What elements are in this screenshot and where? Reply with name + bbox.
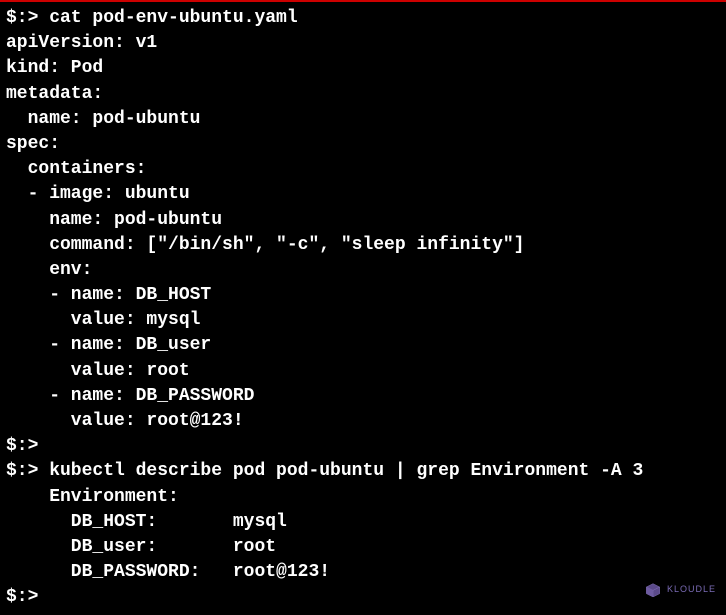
terminal-line: $:> xyxy=(6,585,720,610)
terminal-line: apiVersion: v1 xyxy=(6,31,720,56)
terminal-line: metadata: xyxy=(6,82,720,107)
terminal-line: $:> kubectl describe pod pod-ubuntu | gr… xyxy=(6,459,720,484)
terminal-line: $:> cat pod-env-ubuntu.yaml xyxy=(6,6,720,31)
terminal-line: kind: Pod xyxy=(6,56,720,81)
terminal-line: env: xyxy=(6,258,720,283)
terminal-line: name: pod-ubuntu xyxy=(6,208,720,233)
terminal-output: $:> cat pod-env-ubuntu.yaml apiVersion: … xyxy=(0,2,726,615)
terminal-line: containers: xyxy=(6,157,720,182)
terminal-line: DB_user: root xyxy=(6,535,720,560)
terminal-line: Environment: xyxy=(6,485,720,510)
terminal-line: DB_PASSWORD: root@123! xyxy=(6,560,720,585)
terminal-line: name: pod-ubuntu xyxy=(6,107,720,132)
watermark: KLOUDLE xyxy=(643,581,716,597)
watermark-text: KLOUDLE xyxy=(667,583,716,596)
terminal-line: - name: DB_user xyxy=(6,333,720,358)
terminal-line: DB_HOST: mysql xyxy=(6,510,720,535)
terminal-line: - image: ubuntu xyxy=(6,182,720,207)
terminal-line: - name: DB_HOST xyxy=(6,283,720,308)
terminal-line: - name: DB_PASSWORD xyxy=(6,384,720,409)
terminal-line: spec: xyxy=(6,132,720,157)
kloudle-logo-icon xyxy=(643,581,663,597)
terminal-line: value: root xyxy=(6,359,720,384)
terminal-line: command: ["/bin/sh", "-c", "sleep infini… xyxy=(6,233,720,258)
terminal-line: $:> xyxy=(6,434,720,459)
terminal-line: value: mysql xyxy=(6,308,720,333)
terminal-line: value: root@123! xyxy=(6,409,720,434)
